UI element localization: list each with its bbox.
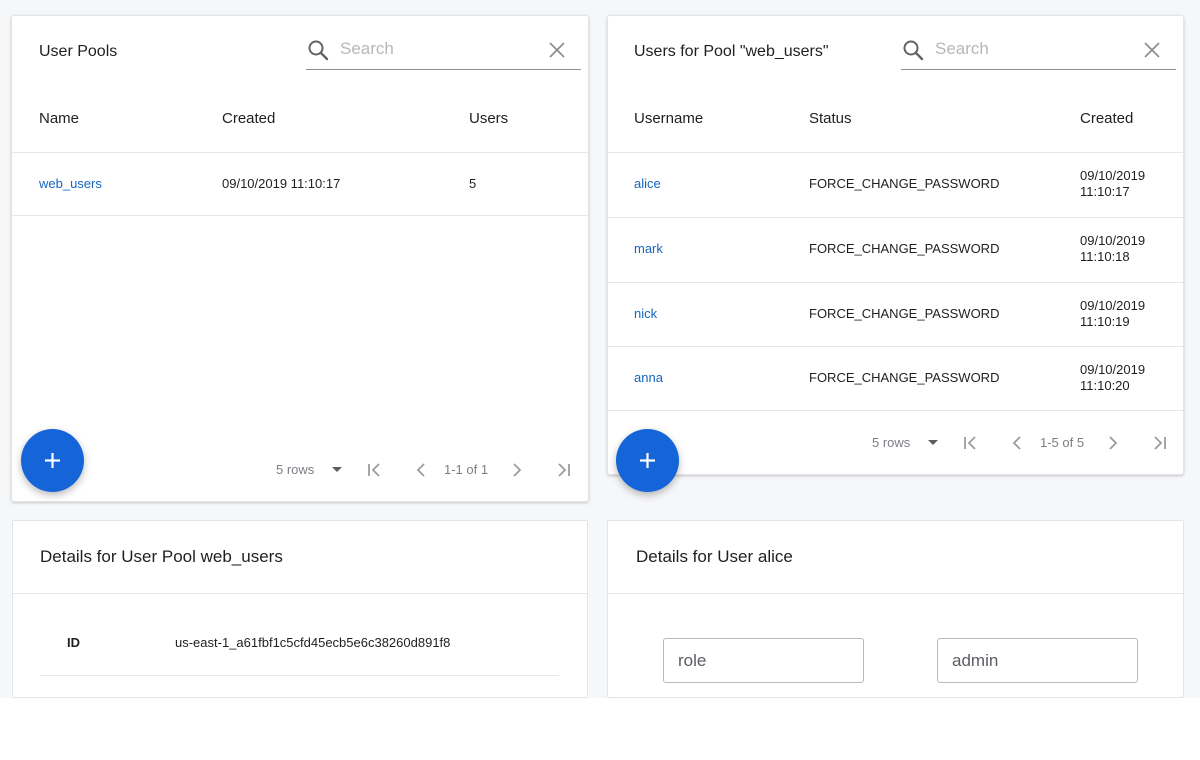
user-created-time: 11:10:17 <box>1080 184 1130 199</box>
user-status: FORCE_CHANGE_PASSWORD <box>809 306 1000 321</box>
first-page-icon[interactable] <box>960 433 980 453</box>
user-created-date: 09/10/2019 <box>1080 362 1146 377</box>
column-header-username[interactable]: Username <box>634 110 703 127</box>
plus-icon <box>640 453 655 468</box>
last-page-icon[interactable] <box>1150 433 1170 453</box>
close-icon[interactable] <box>547 40 567 60</box>
user-created-date: 09/10/2019 <box>1080 168 1146 183</box>
plus-icon <box>45 453 60 468</box>
divider <box>13 593 587 594</box>
pool-users-title: Users for Pool "web_users" <box>634 43 829 60</box>
user-created-time: 11:10:18 <box>1080 249 1130 264</box>
user-pools-title: User Pools <box>39 43 118 60</box>
user-details-panel: Details for User alice <box>607 520 1184 698</box>
column-header-created[interactable]: Created <box>1080 110 1133 127</box>
table-bottom-border <box>608 410 1183 411</box>
table-row[interactable]: anna FORCE_CHANGE_PASSWORD 09/10/2019 11… <box>608 346 1183 410</box>
table-row[interactable]: alice FORCE_CHANGE_PASSWORD 09/10/2019 1… <box>608 152 1183 217</box>
user-created-time: 11:10:19 <box>1080 314 1130 329</box>
pool-users-search-input[interactable] <box>935 36 1125 62</box>
pool-users-search <box>901 30 1176 70</box>
user-pools-pagination: 5 rows 1-1 of 1 <box>276 462 576 492</box>
username-link[interactable]: nick <box>634 306 657 321</box>
table-row[interactable]: mark FORCE_CHANGE_PASSWORD 09/10/2019 11… <box>608 217 1183 282</box>
search-icon <box>903 40 924 61</box>
column-header-status[interactable]: Status <box>809 110 852 127</box>
first-page-icon[interactable] <box>364 460 384 480</box>
user-created-date: 09/10/2019 <box>1080 298 1146 313</box>
next-page-icon[interactable] <box>1103 433 1123 453</box>
pool-created: 09/10/2019 11:10:17 <box>222 176 341 191</box>
table-row[interactable]: nick FORCE_CHANGE_PASSWORD 09/10/2019 11… <box>608 282 1183 346</box>
divider <box>40 675 559 676</box>
pool-details-panel: Details for User Pool web_users ID us-ea… <box>12 520 588 698</box>
user-created-time: 11:10:20 <box>1080 378 1130 393</box>
previous-page-icon[interactable] <box>1007 433 1027 453</box>
user-status: FORCE_CHANGE_PASSWORD <box>809 176 1000 191</box>
page-range-text: 1-5 of 5 <box>1040 435 1085 450</box>
user-details-title: Details for User alice <box>636 547 793 566</box>
username-link[interactable]: alice <box>634 176 661 191</box>
last-page-icon[interactable] <box>554 460 574 480</box>
detail-value-id: us-east-1_a61fbf1c5cfd45ecb5e6c38260d891… <box>175 635 451 650</box>
table-row[interactable]: web_users 09/10/2019 11:10:17 5 <box>12 152 588 215</box>
table-bottom-border <box>12 215 588 216</box>
chevron-down-icon[interactable] <box>928 440 938 445</box>
divider <box>608 593 1183 594</box>
pool-users-card: Users for Pool "web_users" Username Stat… <box>607 15 1184 475</box>
next-page-icon[interactable] <box>507 460 527 480</box>
user-pools-card: User Pools Name Created Users web_users … <box>11 15 589 502</box>
user-created-date: 09/10/2019 <box>1080 233 1146 248</box>
column-header-created[interactable]: Created <box>222 110 275 127</box>
user-pools-search-input[interactable] <box>340 36 530 62</box>
username-link[interactable]: mark <box>634 241 663 256</box>
column-header-users[interactable]: Users <box>469 110 508 127</box>
rows-per-page-select[interactable]: 5 rows <box>276 462 314 477</box>
user-pools-search <box>306 30 581 70</box>
search-icon <box>308 40 329 61</box>
detail-key-id: ID <box>67 635 80 650</box>
rows-per-page-select[interactable]: 5 rows <box>872 435 910 450</box>
pool-users-pagination: 5 rows 1-5 of 5 <box>872 435 1172 465</box>
user-status: FORCE_CHANGE_PASSWORD <box>809 241 1000 256</box>
pool-users-count: 5 <box>469 176 477 191</box>
pool-details-title: Details for User Pool web_users <box>40 547 283 566</box>
attribute-name-field[interactable] <box>663 638 864 683</box>
previous-page-icon[interactable] <box>411 460 431 480</box>
user-status: FORCE_CHANGE_PASSWORD <box>809 370 1000 385</box>
pool-name-link[interactable]: web_users <box>39 176 102 191</box>
add-user-pool-button[interactable] <box>21 429 84 492</box>
column-header-name[interactable]: Name <box>39 110 79 127</box>
add-user-button[interactable] <box>616 429 679 492</box>
chevron-down-icon[interactable] <box>332 467 342 472</box>
page-range-text: 1-1 of 1 <box>444 462 489 477</box>
close-icon[interactable] <box>1142 40 1162 60</box>
attribute-value-field[interactable] <box>937 638 1138 683</box>
username-link[interactable]: anna <box>634 370 663 385</box>
